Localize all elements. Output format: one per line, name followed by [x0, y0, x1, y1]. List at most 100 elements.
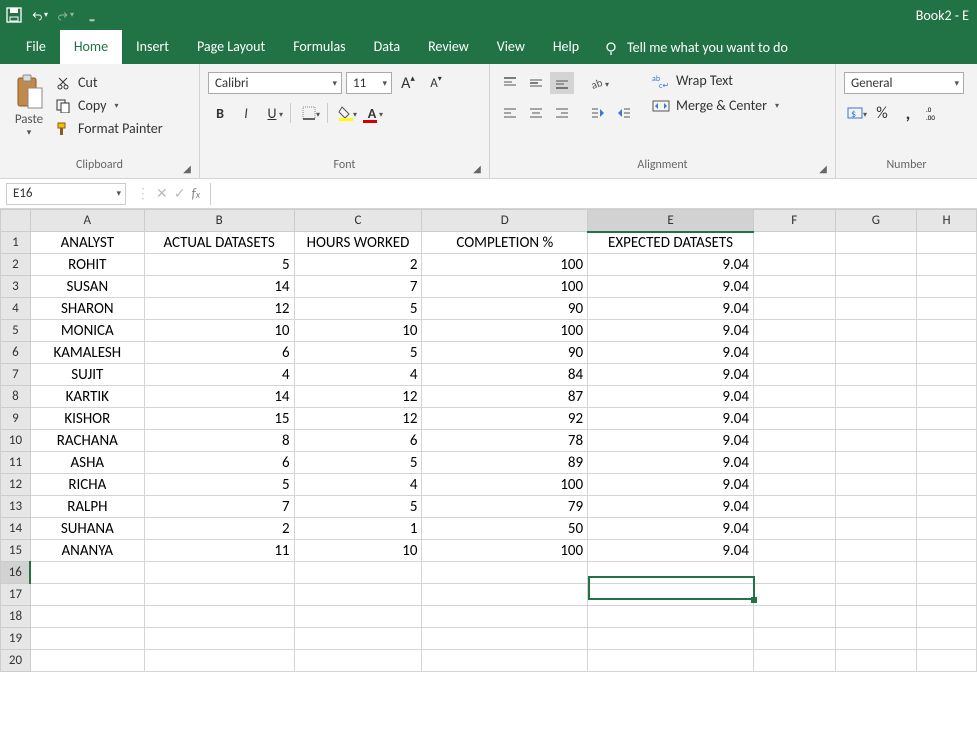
cell-F10[interactable]	[753, 430, 835, 452]
increase-indent-button[interactable]	[612, 102, 636, 124]
cell-F2[interactable]	[753, 254, 835, 276]
cell-E9[interactable]: 9.04	[588, 408, 754, 430]
cell-C20[interactable]	[294, 650, 422, 672]
row-header-2[interactable]: 2	[1, 254, 31, 276]
col-header-E[interactable]: E	[588, 210, 754, 232]
cell-H7[interactable]	[917, 364, 977, 386]
cell-D4[interactable]: 90	[422, 298, 588, 320]
formula-input[interactable]	[210, 183, 977, 205]
decrease-font-button[interactable]: A▾	[424, 72, 448, 94]
cell-D9[interactable]: 92	[422, 408, 588, 430]
spreadsheet-grid[interactable]: ABCDEFGH1ANALYSTACTUAL DATASETSHOURS WOR…	[0, 209, 977, 672]
cell-F8[interactable]	[753, 386, 835, 408]
cell-G8[interactable]	[835, 386, 917, 408]
row-header-1[interactable]: 1	[1, 232, 31, 254]
cell-C8[interactable]: 12	[294, 386, 422, 408]
cell-C5[interactable]: 10	[294, 320, 422, 342]
cell-B17[interactable]	[144, 584, 294, 606]
cell-B9[interactable]: 15	[144, 408, 294, 430]
align-center-button[interactable]	[524, 102, 548, 124]
cell-G9[interactable]	[835, 408, 917, 430]
cell-A15[interactable]: ANANYA	[30, 540, 144, 562]
row-header-16[interactable]: 16	[1, 562, 31, 584]
cell-B13[interactable]: 7	[144, 496, 294, 518]
italic-button[interactable]: I	[234, 102, 258, 124]
cell-E7[interactable]: 9.04	[588, 364, 754, 386]
cell-C17[interactable]	[294, 584, 422, 606]
paste-label[interactable]: Paste	[15, 112, 43, 127]
cell-B4[interactable]: 12	[144, 298, 294, 320]
cell-F5[interactable]	[753, 320, 835, 342]
cell-H17[interactable]	[917, 584, 977, 606]
cell-B18[interactable]	[144, 606, 294, 628]
row-header-15[interactable]: 15	[1, 540, 31, 562]
cell-E8[interactable]: 9.04	[588, 386, 754, 408]
cell-A12[interactable]: RICHA	[30, 474, 144, 496]
cell-A3[interactable]: SUSAN	[30, 276, 144, 298]
cell-D8[interactable]: 87	[422, 386, 588, 408]
cell-G12[interactable]	[835, 474, 917, 496]
cell-G14[interactable]	[835, 518, 917, 540]
cell-F4[interactable]	[753, 298, 835, 320]
cell-F1[interactable]	[753, 232, 835, 254]
cell-G10[interactable]	[835, 430, 917, 452]
row-header-7[interactable]: 7	[1, 364, 31, 386]
tab-formulas[interactable]: Formulas	[279, 30, 359, 64]
name-box[interactable]: E16▾	[6, 183, 126, 205]
cell-G11[interactable]	[835, 452, 917, 474]
cell-D14[interactable]: 50	[422, 518, 588, 540]
cell-D3[interactable]: 100	[422, 276, 588, 298]
cell-G3[interactable]	[835, 276, 917, 298]
percent-format-button[interactable]: %	[870, 102, 894, 124]
cell-G4[interactable]	[835, 298, 917, 320]
cell-A14[interactable]: SUHANA	[30, 518, 144, 540]
row-header-5[interactable]: 5	[1, 320, 31, 342]
cell-D6[interactable]: 90	[422, 342, 588, 364]
cell-E20[interactable]	[588, 650, 754, 672]
save-icon[interactable]	[6, 7, 22, 23]
cell-H15[interactable]	[917, 540, 977, 562]
row-header-17[interactable]: 17	[1, 584, 31, 606]
increase-font-button[interactable]: A▴	[396, 72, 420, 94]
comma-format-button[interactable]: ,	[896, 102, 920, 124]
cell-G13[interactable]	[835, 496, 917, 518]
cell-H20[interactable]	[917, 650, 977, 672]
cell-C12[interactable]: 4	[294, 474, 422, 496]
cell-D16[interactable]	[422, 562, 588, 584]
row-header-18[interactable]: 18	[1, 606, 31, 628]
col-header-G[interactable]: G	[835, 210, 917, 232]
cell-G17[interactable]	[835, 584, 917, 606]
cell-A11[interactable]: ASHA	[30, 452, 144, 474]
cell-D1[interactable]: COMPLETION %	[422, 232, 588, 254]
tab-home[interactable]: Home	[60, 30, 122, 64]
tab-review[interactable]: Review	[414, 30, 483, 64]
cell-A19[interactable]	[30, 628, 144, 650]
cell-C6[interactable]: 5	[294, 342, 422, 364]
cell-F9[interactable]	[753, 408, 835, 430]
cell-D20[interactable]	[422, 650, 588, 672]
cell-D10[interactable]: 78	[422, 430, 588, 452]
cell-E12[interactable]: 9.04	[588, 474, 754, 496]
cell-A10[interactable]: RACHANA	[30, 430, 144, 452]
font-color-button[interactable]: A▾	[360, 102, 384, 124]
cell-H2[interactable]	[917, 254, 977, 276]
cell-B11[interactable]: 6	[144, 452, 294, 474]
cell-C10[interactable]: 6	[294, 430, 422, 452]
cell-A4[interactable]: SHARON	[30, 298, 144, 320]
cell-A7[interactable]: SUJIT	[30, 364, 144, 386]
paste-dropdown-icon[interactable]: ▾	[27, 127, 32, 138]
row-header-14[interactable]: 14	[1, 518, 31, 540]
cell-E2[interactable]: 9.04	[588, 254, 754, 276]
cell-A8[interactable]: KARTIK	[30, 386, 144, 408]
row-header-3[interactable]: 3	[1, 276, 31, 298]
row-header-11[interactable]: 11	[1, 452, 31, 474]
qat-customize-icon[interactable]: ‗	[84, 7, 100, 23]
wrap-text-button[interactable]: abc↵ Wrap Text	[652, 72, 779, 89]
accounting-format-button[interactable]: $▾	[844, 102, 868, 124]
decrease-indent-button[interactable]	[586, 102, 610, 124]
cell-H11[interactable]	[917, 452, 977, 474]
cell-B8[interactable]: 14	[144, 386, 294, 408]
cut-button[interactable]: Cut	[56, 74, 163, 91]
cell-E18[interactable]	[588, 606, 754, 628]
cell-B16[interactable]	[144, 562, 294, 584]
